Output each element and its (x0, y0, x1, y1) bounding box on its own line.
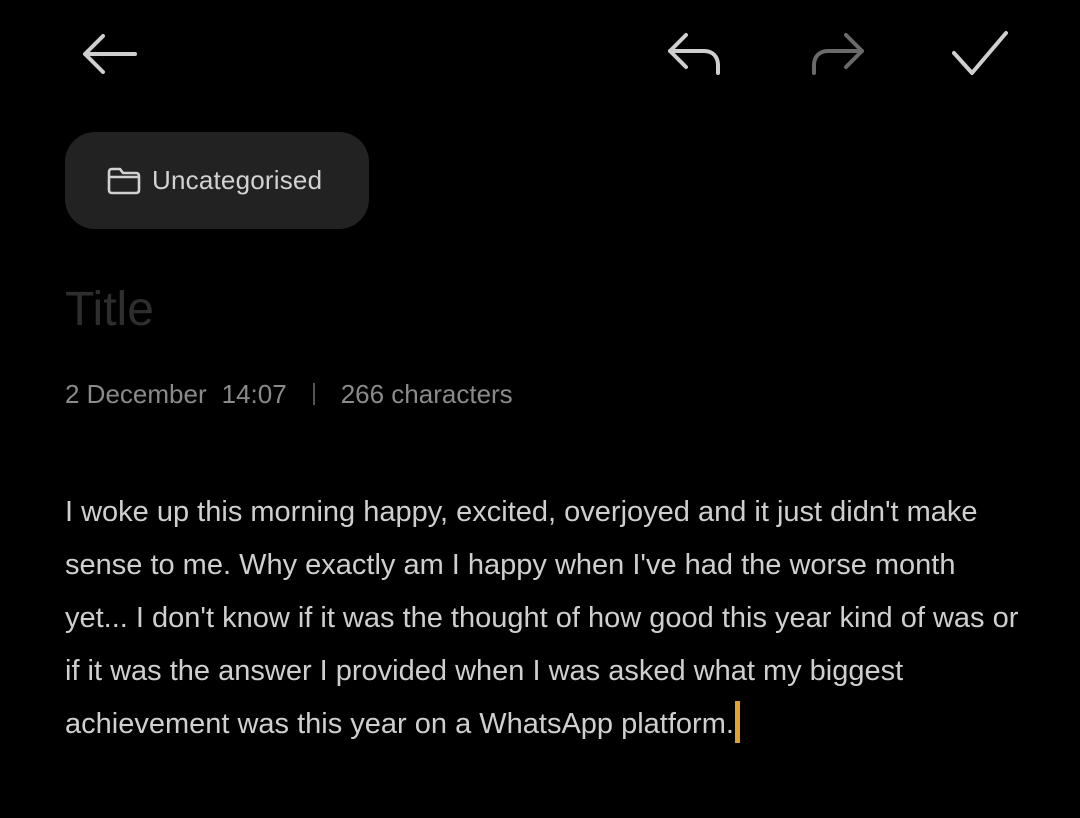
note-time: 14:07 (221, 378, 287, 409)
character-count: 266 characters (340, 378, 513, 409)
folder-selector[interactable]: Uncategorised (65, 132, 369, 229)
note-date: 2 December (65, 378, 207, 409)
note-metadata: 2 December 14:07 266 characters (65, 377, 513, 411)
metadata-divider (312, 383, 315, 405)
undo-icon (664, 29, 724, 79)
arrow-left-icon (79, 32, 139, 76)
back-button[interactable] (69, 14, 149, 94)
text-cursor (734, 701, 740, 743)
checkmark-icon (950, 29, 1010, 79)
redo-button[interactable] (798, 14, 878, 94)
folder-icon (107, 166, 143, 196)
undo-button[interactable] (654, 14, 734, 94)
done-button[interactable] (940, 14, 1020, 94)
folder-label: Uncategorised (152, 165, 323, 195)
note-body-text: I woke up this morning happy, excited, o… (65, 496, 1019, 740)
title-input[interactable]: Title (65, 280, 1005, 340)
redo-icon (808, 29, 868, 79)
note-body-editor[interactable]: I woke up this morning happy, excited, o… (65, 486, 1025, 751)
